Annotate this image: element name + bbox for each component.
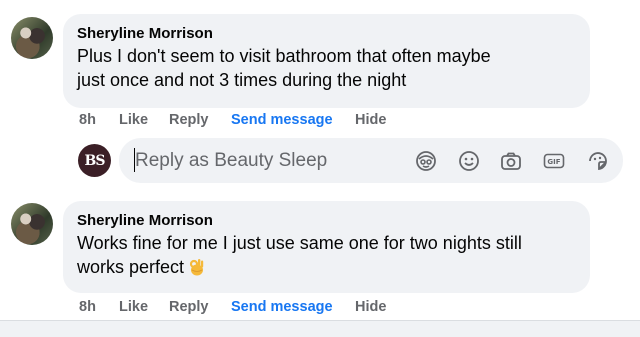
- comment-bubble: Sheryline Morrison Works fine for me I j…: [63, 201, 590, 293]
- send-message-button[interactable]: Send message: [231, 299, 333, 315]
- reply-composer[interactable]: GIF: [119, 138, 623, 183]
- reply-button[interactable]: Reply: [169, 112, 209, 128]
- svg-text:GIF: GIF: [547, 158, 560, 166]
- text-cursor: [134, 148, 135, 172]
- send-message-button[interactable]: Send message: [231, 112, 333, 128]
- like-button[interactable]: Like: [119, 299, 148, 315]
- commenter-avatar[interactable]: [11, 17, 53, 59]
- comment-text-line-last: works perfect: [77, 255, 576, 280]
- gif-icon[interactable]: GIF: [542, 149, 566, 173]
- sticker-icon[interactable]: [586, 149, 610, 173]
- commenter-avatar[interactable]: [11, 203, 53, 245]
- ok-hand-emoji: [189, 256, 205, 280]
- emoji-icon[interactable]: [457, 149, 481, 173]
- hide-button[interactable]: Hide: [355, 299, 386, 315]
- comment-text: works perfect: [77, 257, 185, 277]
- reply-input[interactable]: [133, 146, 407, 176]
- comment-author[interactable]: Sheryline Morrison: [77, 211, 576, 231]
- reply-button[interactable]: Reply: [169, 299, 209, 315]
- comment-text-line: Plus I don't seem to visit bathroom that…: [77, 46, 491, 66]
- comment-bubble: Sheryline Morrison Plus I don't seem to …: [63, 14, 590, 108]
- ok-hand-icon: [189, 259, 204, 276]
- comment-timestamp[interactable]: 8h: [79, 299, 96, 315]
- page-avatar[interactable]: BS: [78, 144, 111, 177]
- comment-author[interactable]: Sheryline Morrison: [77, 24, 576, 44]
- comment-text-line: just once and not 3 times during the nig…: [77, 70, 407, 90]
- comment-text-line: Works fine for me I just use same one fo…: [77, 233, 522, 253]
- comment-timestamp[interactable]: 8h: [79, 112, 96, 128]
- avatar-sticker-icon[interactable]: [414, 149, 438, 173]
- bottom-divider: [0, 320, 640, 337]
- camera-icon[interactable]: [499, 149, 523, 173]
- like-button[interactable]: Like: [119, 112, 148, 128]
- hide-button[interactable]: Hide: [355, 112, 386, 128]
